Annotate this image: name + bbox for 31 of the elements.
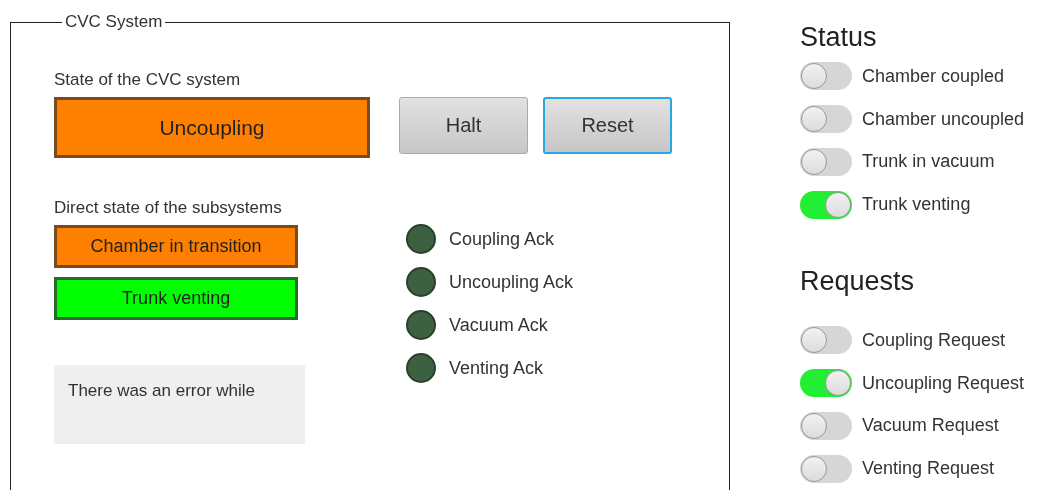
toggle-switch[interactable] bbox=[800, 105, 852, 134]
state-display: Trunk venting bbox=[54, 277, 298, 320]
section-label: State of the CVC system bbox=[54, 70, 242, 90]
led-label: Uncoupling Ack bbox=[449, 271, 574, 293]
led-label: Coupling Ack bbox=[449, 228, 555, 250]
section-heading: Requests bbox=[800, 266, 916, 297]
error-message: There was an error while bbox=[54, 365, 305, 444]
toggle-label: Uncoupling Request bbox=[862, 372, 1025, 394]
state-display: Uncoupling bbox=[54, 97, 370, 158]
group-title: CVC System bbox=[64, 12, 164, 32]
command-button[interactable]: Halt bbox=[399, 97, 528, 154]
led-label: Vacuum Ack bbox=[449, 314, 548, 336]
toggle-switch[interactable] bbox=[800, 147, 852, 176]
command-button[interactable]: Reset bbox=[543, 97, 672, 154]
toggle-label: Chamber coupled bbox=[862, 65, 1005, 87]
toggle-label: Trunk in vacuum bbox=[862, 151, 995, 173]
toggle-label: Vacuum Request bbox=[862, 415, 999, 437]
toggle-switch[interactable] bbox=[800, 369, 852, 398]
section-label: Direct state of the subsystems bbox=[54, 198, 283, 218]
state-display: Chamber in transition bbox=[54, 225, 298, 268]
led-label: Venting Ack bbox=[449, 357, 544, 379]
toggle-switch[interactable] bbox=[800, 411, 852, 440]
toggle-switch[interactable] bbox=[800, 62, 852, 91]
toggle-switch[interactable] bbox=[800, 454, 852, 483]
toggle-label: Venting Request bbox=[862, 458, 995, 480]
toggle-label: Coupling Request bbox=[862, 329, 1006, 351]
toggle-label: Chamber uncoupled bbox=[862, 108, 1025, 130]
toggle-switch[interactable] bbox=[800, 326, 852, 355]
section-heading: Status bbox=[800, 22, 878, 53]
toggle-switch[interactable] bbox=[800, 190, 852, 219]
toggle-label: Trunk venting bbox=[862, 194, 971, 216]
